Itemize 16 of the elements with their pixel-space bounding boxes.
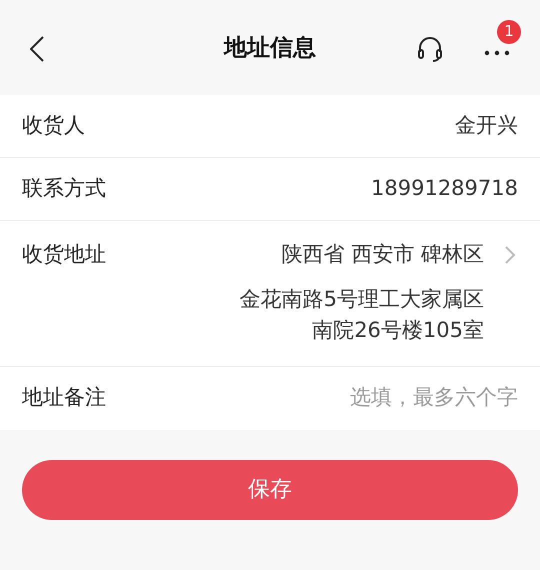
field-label: 地址备注 bbox=[22, 384, 106, 412]
notification-badge: 1 bbox=[497, 20, 521, 44]
field-label: 收货地址 bbox=[22, 241, 106, 268]
field-label: 联系方式 bbox=[22, 175, 106, 202]
field-value: 18991289718 bbox=[371, 175, 518, 202]
page-title: 地址信息 bbox=[224, 34, 316, 64]
remark-field[interactable]: 选填，最多六个字 bbox=[258, 382, 518, 414]
address-field[interactable]: 金花南路5号理工大家属区 南院26号楼105室 bbox=[240, 284, 484, 346]
region-selector[interactable]: 陕西省 西安市 碑林区 bbox=[282, 239, 484, 270]
chevron-right-icon bbox=[504, 244, 516, 265]
headset-icon[interactable] bbox=[416, 34, 444, 62]
back-icon[interactable] bbox=[30, 36, 44, 62]
more-icon[interactable] bbox=[484, 50, 510, 56]
field-value: 金开兴 bbox=[455, 112, 518, 140]
field-label: 收货人 bbox=[22, 112, 85, 140]
save-button[interactable]: 保存 bbox=[22, 460, 518, 520]
